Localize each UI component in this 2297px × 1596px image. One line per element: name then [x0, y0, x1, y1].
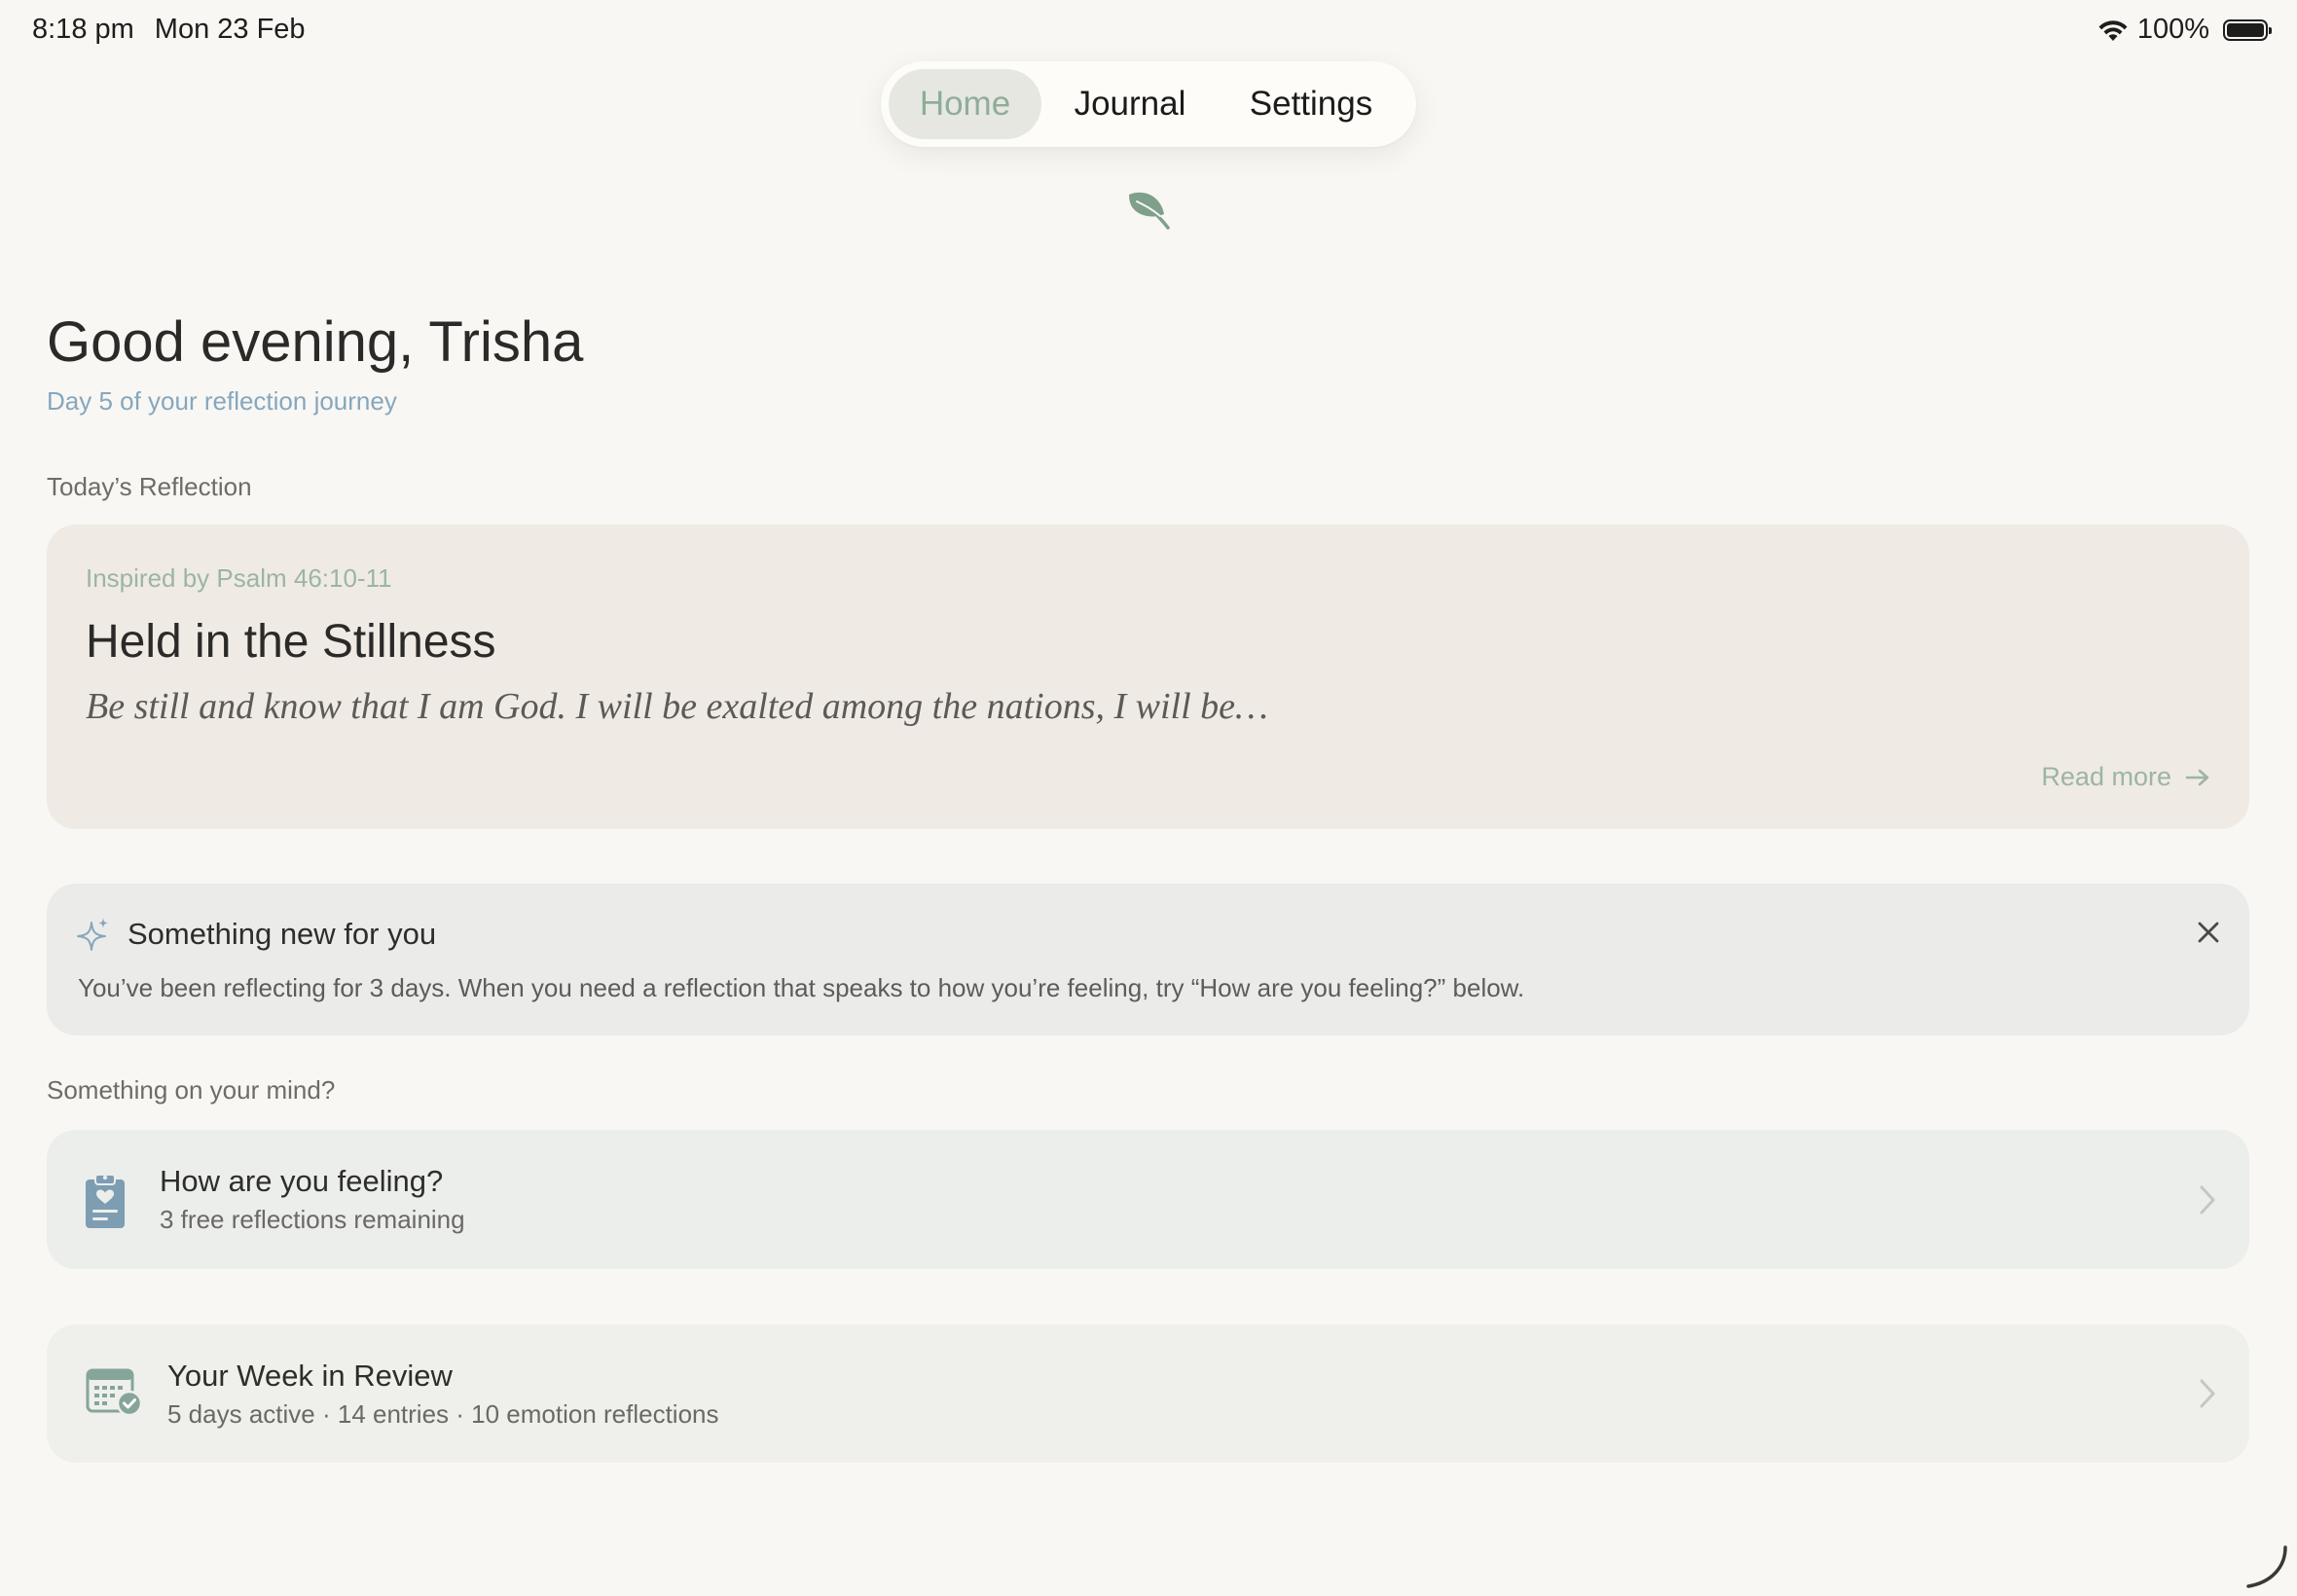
clipboard-heart-icon: [86, 1174, 125, 1228]
feeling-title: How are you feeling?: [160, 1164, 444, 1198]
resize-handle-icon[interactable]: [2242, 1543, 2289, 1590]
read-more-link[interactable]: Read more: [2041, 762, 2210, 792]
chevron-right-icon: [2200, 1185, 2215, 1214]
status-bar-right: 100%: [2096, 14, 2272, 46]
week-in-review-row[interactable]: Your Week in Review 5 days active · 14 e…: [47, 1324, 2249, 1463]
wifi-icon: [2098, 19, 2128, 41]
free-reflections-remaining: 3 free reflections remaining: [160, 1205, 465, 1234]
verse-excerpt: Be still and know that I am God. I will …: [86, 686, 1268, 727]
mind-section-label: Something on your mind?: [47, 1075, 336, 1105]
read-more-label: Read more: [2041, 762, 2171, 791]
chevron-right-icon: [2200, 1379, 2215, 1408]
greeting-title: Good evening, Trisha: [47, 310, 584, 374]
status-bar-left: 8:18 pm Mon 23 Feb: [32, 14, 306, 46]
tab-home[interactable]: Home: [889, 69, 1041, 139]
notice-title: Something new for you: [128, 917, 437, 951]
notice-body: You’ve been reflecting for 3 days. When …: [78, 973, 1525, 1002]
close-notice-button[interactable]: [2195, 919, 2222, 946]
scripture-reference: Inspired by Psalm 46:10-11: [86, 563, 392, 593]
reflection-title: Held in the Stillness: [86, 616, 496, 668]
how-are-you-feeling-row[interactable]: How are you feeling? 3 free reflections …: [47, 1130, 2249, 1269]
new-feature-notice: Something new for you You’ve been reflec…: [47, 884, 2249, 1035]
week-review-stats: 5 days active · 14 entries · 10 emotion …: [167, 1399, 719, 1429]
close-icon: [2198, 922, 2219, 943]
status-date: Mon 23 Feb: [154, 14, 306, 45]
tab-journal[interactable]: Journal: [1041, 69, 1219, 139]
leaf-icon: [1129, 192, 1170, 230]
status-time: 8:18 pm: [32, 14, 134, 45]
week-review-title: Your Week in Review: [167, 1359, 453, 1393]
todays-reflection-card[interactable]: Inspired by Psalm 46:10-11 Held in the S…: [47, 525, 2249, 829]
journey-progress: Day 5 of your reflection journey: [47, 386, 397, 416]
arrow-right-icon: [2185, 769, 2209, 785]
battery-percentage: 100%: [2136, 14, 2209, 45]
sparkle-icon: [77, 918, 108, 951]
tab-settings[interactable]: Settings: [1219, 69, 1404, 139]
tab-bar: Home Journal Settings: [881, 61, 1416, 147]
calendar-check-icon: [86, 1368, 143, 1417]
todays-reflection-label: Today’s Reflection: [47, 472, 252, 501]
battery-icon: [2223, 18, 2272, 41]
